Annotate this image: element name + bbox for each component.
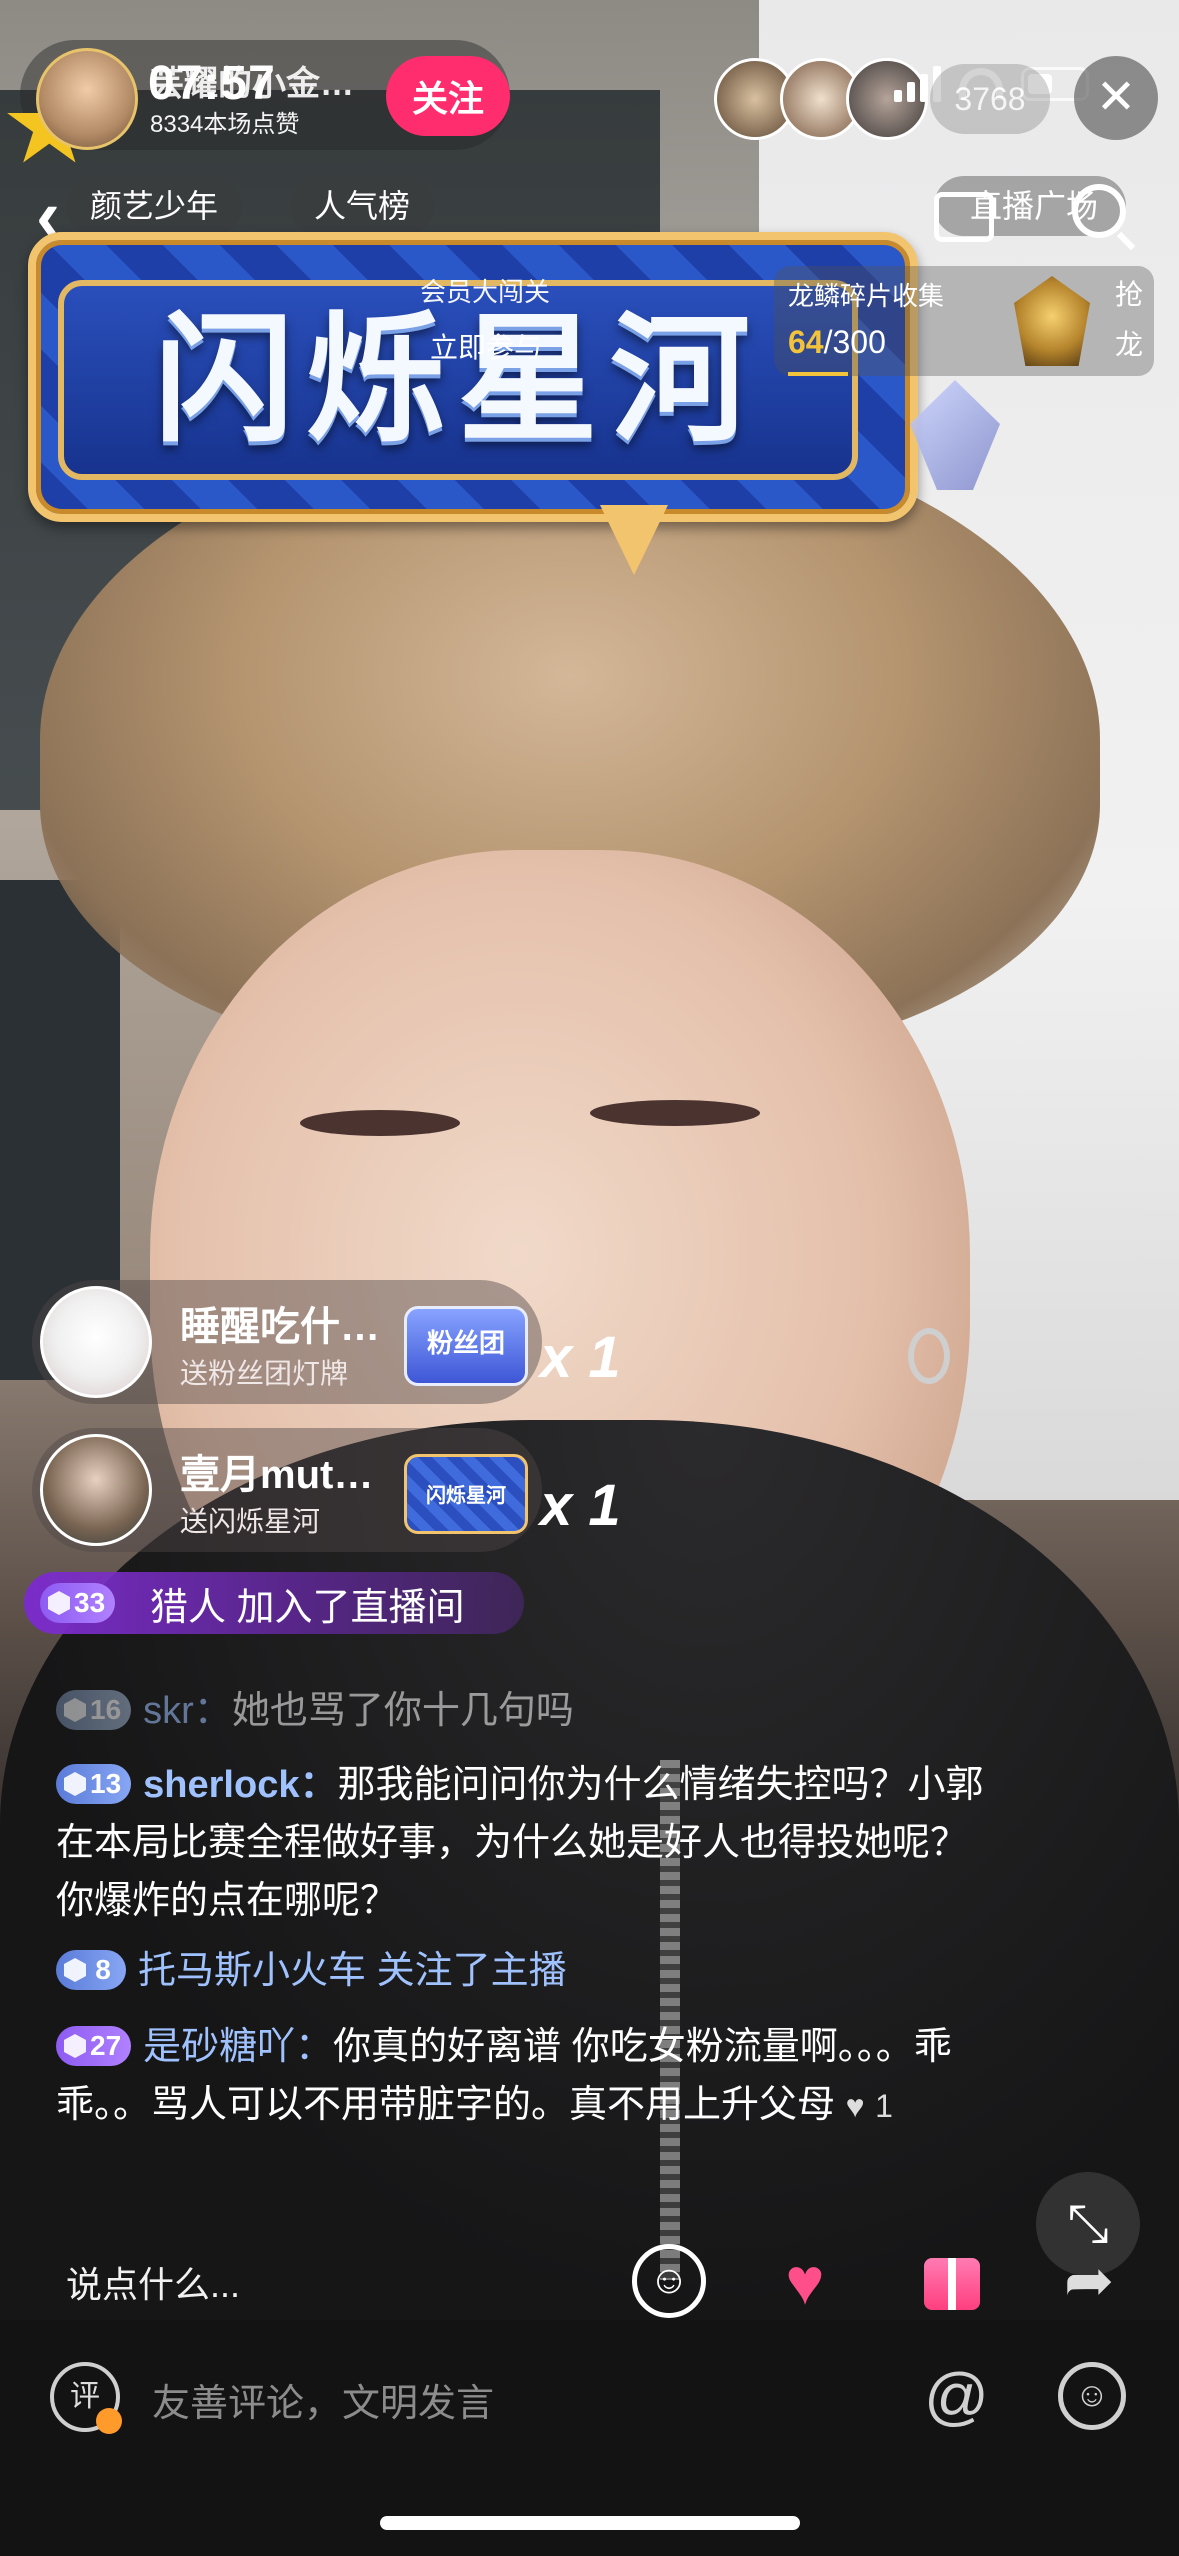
dragon-collect-title: 龙鳞碎片收集 bbox=[788, 281, 945, 311]
level-badge: 8 bbox=[56, 1950, 126, 1990]
heart-icon[interactable]: ♥ bbox=[846, 2088, 865, 2124]
gift-notification: 睡醒吃什… 送粉丝团灯牌 粉丝团 bbox=[32, 1280, 542, 1404]
chat-username[interactable]: sherlock： bbox=[143, 1764, 337, 1806]
sender-avatar[interactable] bbox=[40, 1286, 152, 1398]
galaxy-gift-icon: 闪烁星河 bbox=[404, 1454, 528, 1534]
host-avatar[interactable] bbox=[36, 48, 138, 150]
chat-message[interactable]: 27 是砂糖吖：你真的好离谱 你吃女粉流量啊。。。乖乖。。骂人可以不用带脏字的。真… bbox=[56, 2018, 996, 2135]
chat-username[interactable]: 托马斯小火车 bbox=[138, 1950, 366, 1992]
message-like-count: 1 bbox=[875, 2088, 893, 2124]
streamer-eye bbox=[590, 1100, 760, 1126]
status-time: 07:57 bbox=[148, 57, 276, 110]
level-badge: 13 bbox=[56, 1764, 132, 1804]
dragon-collect-count: 64/300 bbox=[788, 324, 886, 360]
banner-tail bbox=[600, 505, 668, 575]
comment-input[interactable]: 友善评论，文明发言 bbox=[152, 2372, 494, 2427]
level-badge: 33 bbox=[40, 1583, 116, 1623]
member-challenge-label[interactable]: 会员大闯关 bbox=[420, 272, 550, 309]
sender-name: 壹月mut… bbox=[180, 1453, 374, 1497]
join-notice-text: 猎人 加入了直播间 bbox=[150, 1587, 465, 1629]
chat-message[interactable]: 8 托马斯小火车 关注了主播 bbox=[56, 1942, 1016, 2000]
emoji-icon[interactable]: ☺ bbox=[632, 2244, 706, 2318]
earring bbox=[908, 1328, 950, 1384]
chat-username[interactable]: skr： bbox=[143, 1690, 232, 1732]
tv-icon[interactable] bbox=[934, 192, 994, 242]
gift-multiplier: x 1 bbox=[540, 1325, 621, 1390]
grab-dragon-button[interactable]: 抢龙 bbox=[1114, 270, 1144, 370]
smile-icon[interactable]: ☺ bbox=[1058, 2362, 1126, 2430]
ranking-chip[interactable]: 人气榜 bbox=[290, 176, 435, 236]
home-indicator[interactable] bbox=[380, 2516, 800, 2530]
gift-description: 送闪烁星河 bbox=[180, 1506, 321, 1537]
say-something-input[interactable]: 说点什么... bbox=[66, 2256, 240, 2308]
comment-avatar: 评 bbox=[50, 2362, 122, 2434]
follow-button[interactable]: 关注 bbox=[386, 56, 510, 136]
tag-chip[interactable]: 颜艺少年 bbox=[66, 176, 243, 236]
share-icon[interactable]: ➦ bbox=[1052, 2244, 1126, 2318]
chat-username[interactable]: 是砂糖吖： bbox=[143, 2026, 333, 2068]
gift-notification: 壹月mut… 送闪烁星河 闪烁星河 bbox=[32, 1428, 542, 1552]
sender-name: 睡醒吃什… bbox=[180, 1305, 380, 1349]
heart-icon[interactable]: ♥ bbox=[768, 2244, 842, 2318]
member-join-link[interactable]: 立即参与 bbox=[430, 326, 542, 366]
chat-message[interactable]: 13 sherlock：那我能问问你为什么情绪失控吗？小郭在本局比赛全程做好事，为… bbox=[56, 1756, 996, 1930]
viewer-count[interactable]: 3768 bbox=[930, 64, 1050, 134]
fan-club-gift-icon: 粉丝团 bbox=[404, 1306, 528, 1386]
level-badge: 27 bbox=[56, 2026, 132, 2066]
level-badge: 16 bbox=[56, 1690, 132, 1730]
gift-icon[interactable] bbox=[914, 2244, 988, 2318]
chat-text: 她也骂了你十几句吗 bbox=[231, 1690, 574, 1732]
dragon-progress-bar bbox=[788, 372, 848, 376]
banner-title: 闪烁星河 bbox=[153, 301, 762, 458]
gift-multiplier: x 1 bbox=[540, 1473, 621, 1538]
search-icon[interactable] bbox=[1072, 184, 1126, 238]
chat-message[interactable]: 16 skr：她也骂了你十几句吗 bbox=[56, 1682, 1016, 1740]
streamer-eye bbox=[300, 1110, 460, 1136]
at-icon[interactable]: @ bbox=[924, 2356, 989, 2436]
gift-description: 送粉丝团灯牌 bbox=[180, 1358, 349, 1389]
sender-avatar[interactable] bbox=[40, 1434, 152, 1546]
close-icon[interactable]: ✕ bbox=[1074, 56, 1158, 140]
chat-text: 关注了主播 bbox=[376, 1950, 567, 1992]
badge-dot bbox=[96, 2408, 122, 2434]
